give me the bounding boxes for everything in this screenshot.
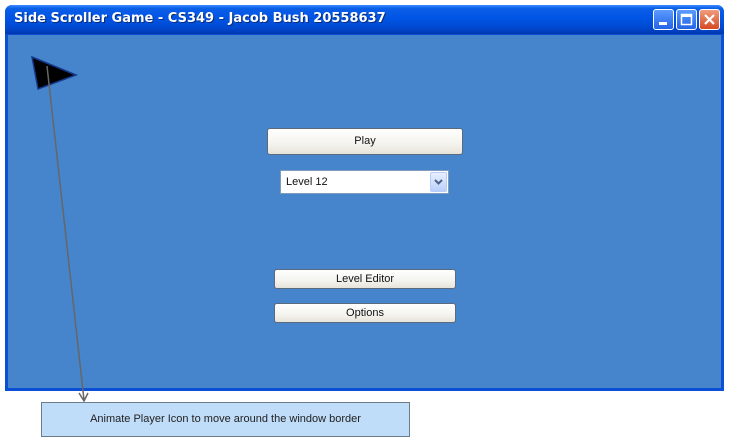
annotation-arrow: [46, 65, 89, 403]
annotation-note: Animate Player Icon to move around the w…: [41, 402, 410, 437]
